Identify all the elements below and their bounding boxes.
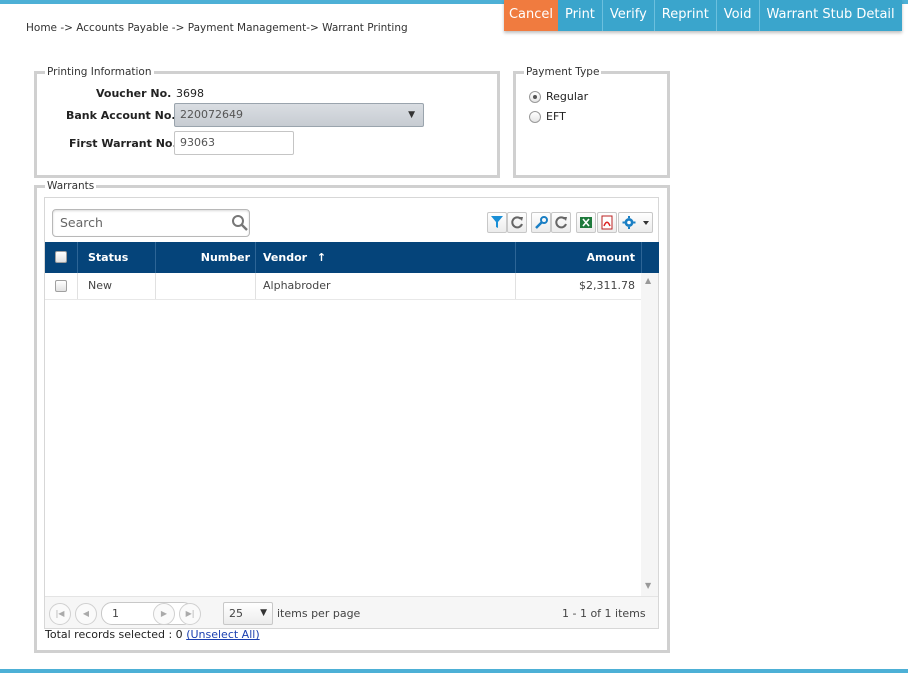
cell-vendor: Alphabroder	[263, 279, 331, 292]
regular-radio[interactable]	[529, 90, 541, 103]
regular-label: Regular	[546, 90, 589, 103]
pdf-icon[interactable]	[597, 212, 617, 233]
reprint-button[interactable]: Reprint	[653, 0, 716, 31]
first-warrant-input[interactable]: 93063	[174, 131, 294, 155]
cancel-button[interactable]: Cancel	[504, 0, 558, 31]
row-divider	[255, 273, 256, 299]
page-size-select[interactable]: 25 ▼	[223, 602, 273, 625]
sort-ascending-icon: ↑	[316, 251, 327, 264]
vertical-scrollbar[interactable]: ▲ ▼	[641, 273, 658, 596]
items-per-page-label: items per page	[277, 607, 361, 620]
next-page-icon[interactable]: ▶	[153, 603, 175, 625]
voucher-value: 3698	[176, 87, 204, 100]
first-warrant-label: First Warrant No.	[69, 137, 177, 150]
header-status[interactable]: Status	[88, 242, 128, 273]
refresh-layout-icon[interactable]	[551, 212, 571, 233]
verify-button[interactable]: Verify	[601, 0, 654, 31]
void-button[interactable]: Void	[715, 0, 759, 31]
eft-label: EFT	[546, 110, 566, 123]
search-placeholder: Search	[60, 215, 103, 230]
bank-account-select[interactable]: 220072649 ▼	[174, 103, 424, 127]
bottom-accent-bar	[0, 669, 908, 673]
settings-icon[interactable]	[618, 212, 653, 233]
last-page-icon[interactable]: ▶|	[179, 603, 201, 625]
header-number[interactable]: Number	[156, 242, 250, 273]
dropdown-caret-icon: ▼	[260, 608, 267, 618]
payment-type-legend: Payment Type	[526, 66, 600, 78]
bank-account-value: 220072649	[180, 108, 243, 121]
page-size-value: 25	[229, 607, 243, 620]
header-vendor-label: Vendor	[263, 251, 308, 264]
header-divider	[255, 242, 256, 273]
dropdown-caret-icon: ▼	[408, 110, 415, 120]
header-divider	[77, 242, 78, 273]
search-icon[interactable]	[231, 214, 249, 232]
cell-status: New	[88, 279, 112, 292]
wrench-icon[interactable]	[531, 212, 551, 233]
table-row[interactable]: New Alphabroder $2,311.78	[45, 273, 642, 300]
grid-header: Status Number Vendor ↑ Amount	[45, 242, 659, 273]
action-bar: Cancel Print Verify Reprint Void Warrant…	[504, 0, 902, 31]
scroll-down-icon[interactable]: ▼	[645, 581, 651, 590]
cell-number	[156, 273, 250, 299]
first-page-icon[interactable]: |◀	[49, 603, 71, 625]
voucher-label: Voucher No.	[96, 87, 172, 100]
warrants-legend: Warrants	[47, 180, 95, 192]
eft-radio[interactable]	[529, 110, 541, 123]
filter-icon[interactable]	[487, 212, 507, 233]
print-button[interactable]: Print	[558, 0, 602, 31]
pager: |◀ ◀ 1 ▶ ▶| 25 ▼ items per page 1 - 1 of…	[45, 596, 658, 628]
pager-summary: 1 - 1 of 1 items	[562, 607, 646, 620]
header-divider	[641, 242, 642, 273]
payment-type-regular[interactable]: Regular	[529, 90, 588, 103]
header-amount[interactable]: Amount	[516, 242, 635, 273]
selection-summary: Total records selected : 0 (Unselect All…	[45, 628, 260, 641]
refresh-filter-icon[interactable]	[507, 212, 527, 233]
excel-icon[interactable]	[576, 212, 596, 233]
cell-amount: $2,311.78	[579, 279, 635, 292]
selection-count: Total records selected : 0	[45, 628, 183, 641]
warrant-stub-detail-button[interactable]: Warrant Stub Detail	[758, 0, 902, 31]
row-checkbox[interactable]	[55, 280, 67, 292]
breadcrumb: Home -> Accounts Payable -> Payment Mana…	[26, 22, 408, 34]
scroll-up-icon[interactable]: ▲	[645, 276, 651, 285]
row-divider	[77, 273, 78, 299]
bank-account-label: Bank Account No.	[66, 109, 176, 122]
search-input[interactable]: Search	[52, 209, 250, 237]
select-all-checkbox[interactable]	[55, 251, 67, 263]
previous-page-icon[interactable]: ◀	[75, 603, 97, 625]
header-vendor[interactable]: Vendor ↑	[263, 242, 326, 273]
unselect-all-link[interactable]: (Unselect All)	[186, 628, 259, 641]
printing-information-legend: Printing Information	[47, 66, 152, 78]
payment-type-eft[interactable]: EFT	[529, 110, 566, 123]
